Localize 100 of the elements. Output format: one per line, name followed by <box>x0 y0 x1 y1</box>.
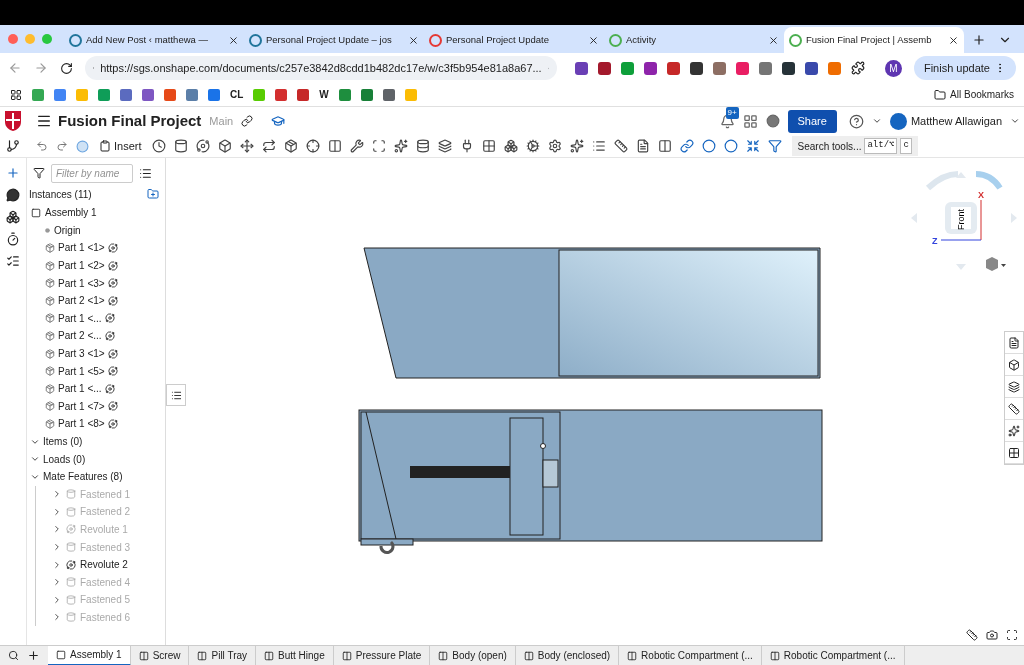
tree-item[interactable]: Part 1 <8> <box>45 416 105 432</box>
close-icon[interactable] <box>228 34 239 46</box>
graduation-cap-icon[interactable] <box>271 114 286 128</box>
tool-icon[interactable] <box>371 139 386 153</box>
mate-connector-icon[interactable] <box>107 348 118 359</box>
tool-icon[interactable] <box>679 139 694 153</box>
user-name[interactable]: Matthew Allawigan <box>910 112 1002 130</box>
comment-icon[interactable] <box>6 188 20 202</box>
reload-icon[interactable] <box>59 61 73 75</box>
tree-item[interactable]: Part 1 <7> <box>45 398 105 414</box>
profile-avatar[interactable]: M <box>884 59 902 77</box>
tree-item[interactable]: Assembly 1 <box>27 204 165 222</box>
tool-icon[interactable] <box>525 139 540 153</box>
toggle-panel-button[interactable] <box>166 384 186 406</box>
mate-connector-icon[interactable] <box>107 278 118 289</box>
help-icon[interactable] <box>848 113 864 129</box>
tool-icon[interactable] <box>723 139 738 153</box>
mate-connector-icon[interactable] <box>104 383 115 394</box>
mate-item[interactable]: Revolute 2 <box>35 555 165 574</box>
tool-icon[interactable] <box>591 139 606 153</box>
tool-icon[interactable] <box>349 139 364 153</box>
bookmark-icon[interactable] <box>142 88 154 101</box>
caret-icon[interactable] <box>871 116 882 126</box>
bookmark-icon[interactable] <box>382 88 395 101</box>
feature-list-icon[interactable] <box>6 139 20 153</box>
tree-item[interactable]: Origin <box>27 221 165 240</box>
user-avatar[interactable] <box>889 112 907 130</box>
search-tabs-icon[interactable] <box>8 650 19 661</box>
tool-icon[interactable] <box>745 139 760 153</box>
mate-connector-icon[interactable] <box>104 330 115 341</box>
tool-icon[interactable] <box>657 139 672 153</box>
tool-icon[interactable] <box>151 139 166 153</box>
assembly-drawing[interactable] <box>358 409 823 554</box>
bookmark[interactable]: CL <box>230 87 244 102</box>
bookmark-icon[interactable] <box>186 88 198 101</box>
fit-icon[interactable] <box>1006 629 1018 641</box>
insert-mate-icon[interactable] <box>6 166 20 180</box>
bookmark[interactable]: W <box>319 87 329 102</box>
browser-tab[interactable]: Personal Project Update – jos <box>244 27 424 53</box>
document-tab[interactable]: Pill Tray <box>189 645 257 665</box>
bookmark-icon[interactable] <box>120 88 132 101</box>
tool-icon[interactable] <box>503 139 518 153</box>
document-tab[interactable]: Body (enclosed) <box>515 645 620 665</box>
add-tab-icon[interactable] <box>27 649 40 662</box>
tool-icon[interactable] <box>195 139 210 153</box>
bookmark-icon[interactable] <box>275 88 288 101</box>
undo-icon[interactable] <box>36 140 48 152</box>
tool-icon[interactable] <box>613 139 628 153</box>
new-folder-icon[interactable] <box>147 188 159 200</box>
timer-icon[interactable] <box>6 232 20 246</box>
shield-logo[interactable] <box>4 110 22 132</box>
mate-connector-icon[interactable] <box>107 243 118 253</box>
browser-tab[interactable]: Personal Project Update <box>424 27 604 53</box>
list-view-icon[interactable] <box>139 166 152 180</box>
apps-grid-icon[interactable] <box>742 113 758 129</box>
redo-icon[interactable] <box>56 140 68 152</box>
tool-icon[interactable] <box>415 139 430 153</box>
address-bar[interactable]: https://sgs.onshape.com/documents/c257e3842d8cdd1b482dc17e/w/c3f5b954e81a8a67... <box>84 56 557 80</box>
extensions-icon[interactable] <box>850 61 865 75</box>
all-bookmarks[interactable]: All Bookmarks <box>950 87 1014 102</box>
document-tab[interactable]: Screw <box>130 645 190 665</box>
render-icon[interactable] <box>986 629 998 641</box>
close-icon[interactable] <box>408 34 419 46</box>
tool-icon[interactable] <box>283 139 298 153</box>
learning-icon[interactable] <box>765 114 780 128</box>
bookmark-icon[interactable] <box>98 88 110 101</box>
notifications-icon[interactable] <box>719 113 735 129</box>
extension-icon[interactable] <box>666 61 680 75</box>
tree-section[interactable]: Loads (0) <box>27 450 165 468</box>
filter-icon[interactable] <box>33 167 45 179</box>
tool-icon[interactable] <box>261 139 276 153</box>
link-icon[interactable] <box>241 115 254 127</box>
mate-connector-icon[interactable] <box>107 418 118 429</box>
bookmark-icon[interactable] <box>338 88 351 101</box>
bookmark-icon[interactable] <box>208 88 220 101</box>
document-tab[interactable]: Butt Hinge <box>256 645 334 665</box>
document-tab[interactable]: Body (open) <box>430 645 516 665</box>
mate-connector-icon[interactable] <box>104 313 115 324</box>
document-tab[interactable]: Pressure Plate <box>333 645 431 665</box>
finish-update-button[interactable]: Finish update <box>913 56 1016 80</box>
tool-icon[interactable] <box>305 139 320 153</box>
tool-icon[interactable] <box>569 139 584 153</box>
tool-icon[interactable] <box>547 139 562 153</box>
tool-icon[interactable] <box>327 139 342 153</box>
extension-icon[interactable] <box>643 61 657 75</box>
tool-icon[interactable] <box>217 139 232 153</box>
tree-item[interactable]: Part 1 <5> <box>45 363 105 379</box>
mate-connector-icon[interactable] <box>107 260 118 271</box>
tree-item[interactable]: Part 2 <... <box>45 328 102 344</box>
extension-icon[interactable] <box>804 61 818 75</box>
browser-tab[interactable]: Add New Post ‹ matthewa — <box>64 27 244 53</box>
tool-icon[interactable] <box>701 139 716 153</box>
bookmark-icon[interactable] <box>297 88 310 101</box>
tree-section[interactable]: Items (0) <box>27 432 165 451</box>
bookmark-icon[interactable] <box>360 88 373 101</box>
apps-icon[interactable] <box>10 88 22 101</box>
measure-icon[interactable] <box>966 629 978 641</box>
tool-icon[interactable] <box>767 139 782 153</box>
tree-item[interactable]: Part 1 <... <box>45 381 102 397</box>
mate-connector-icon[interactable] <box>107 366 118 377</box>
